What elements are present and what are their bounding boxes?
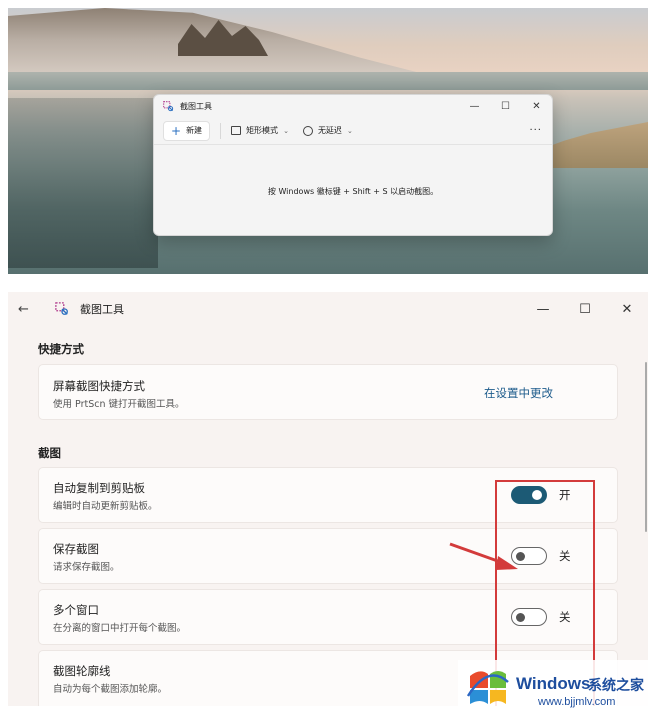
screenshot-shortcut-card: 屏幕截图快捷方式 使用 PrtScn 键打开截图工具。 在设置中更改 [38, 364, 618, 420]
setting-description: 请求保存截图。 [53, 562, 120, 573]
maximize-button[interactable]: ☐ [564, 302, 606, 317]
settings-titlebar: ← 截图工具 — ☐ ✕ [8, 292, 648, 326]
shortcuts-section-header: 快捷方式 [38, 342, 84, 356]
setting-description: 编辑时自动更新剪贴板。 [53, 501, 158, 512]
close-button[interactable]: ✕ [521, 101, 552, 112]
watermark-suffix: 系统之家 [588, 678, 644, 694]
desktop-wallpaper: 截图工具 — ☐ ✕ + 新建 矩形模式 ⌄ 无延迟 ⌄ ··· 按 Windo… [8, 8, 648, 274]
red-arrow-annotation [449, 542, 518, 570]
clock-icon [302, 125, 313, 136]
snip-titlebar: 截图工具 — ☐ ✕ [154, 95, 552, 117]
new-snip-button[interactable]: + 新建 [163, 120, 211, 141]
reed-bank [544, 122, 648, 168]
chevron-down-icon: ⌄ [346, 126, 353, 135]
new-snip-label: 新建 [186, 126, 203, 135]
watermark-brand: Windows [516, 674, 591, 693]
settings-window: ← 截图工具 — ☐ ✕ 快捷方式 屏幕截图快捷方式 使用 PrtScn 键打开… [8, 292, 648, 706]
windows-logo-icon [466, 671, 509, 704]
settings-window-title: 截图工具 [80, 303, 124, 316]
setting-title: 保存截图 [53, 542, 99, 556]
watermark: Windows 系统之家 www.bjjmlv.com [458, 660, 654, 714]
snipping-section-header: 截图 [38, 446, 61, 460]
close-button[interactable]: ✕ [606, 302, 648, 317]
scrollbar[interactable] [645, 362, 647, 532]
chevron-down-icon: ⌄ [283, 126, 289, 135]
setting-title: 自动复制到剪贴板 [53, 481, 145, 495]
back-arrow-icon[interactable]: ← [18, 302, 40, 317]
shoreline [8, 72, 648, 90]
shortcut-card-title: 屏幕截图快捷方式 [53, 379, 145, 393]
delay-label: 无延迟 [317, 126, 342, 135]
snip-hint-text: 按 Windows 徽标键 + Shift + S 以启动截图。 [267, 187, 439, 196]
snip-mode-label: 矩形模式 [246, 126, 279, 135]
watermark-url: www.bjjmlv.com [538, 696, 616, 708]
plus-icon: + [171, 123, 182, 138]
setting-description: 在分离的窗口中打开每个截图。 [53, 623, 187, 634]
change-in-settings-link[interactable]: 在设置中更改 [484, 385, 553, 401]
minimize-button[interactable]: — [459, 101, 490, 112]
setting-description: 自动为每个截图添加轮廓。 [53, 684, 168, 695]
more-options-button[interactable]: ··· [529, 125, 542, 136]
setting-title: 截图轮廓线 [53, 664, 111, 678]
delay-dropdown[interactable]: 无延迟 ⌄ [302, 125, 353, 136]
minimize-button[interactable]: — [522, 302, 564, 317]
water-reflection [8, 98, 158, 268]
maximize-button[interactable]: ☐ [490, 101, 521, 112]
rectangle-mode-icon [231, 126, 242, 135]
toolbar-divider [220, 122, 222, 139]
shortcut-card-description: 使用 PrtScn 键打开截图工具。 [53, 399, 185, 410]
snipping-tool-icon [163, 100, 174, 111]
snipping-tool-window: 截图工具 — ☐ ✕ + 新建 矩形模式 ⌄ 无延迟 ⌄ ··· 按 Windo… [153, 94, 553, 236]
snip-toolbar: + 新建 矩形模式 ⌄ 无延迟 ⌄ ··· [154, 117, 552, 145]
setting-title: 多个窗口 [53, 603, 99, 617]
snip-window-title: 截图工具 [180, 101, 212, 111]
snipping-tool-icon [55, 302, 68, 315]
snip-mode-dropdown[interactable]: 矩形模式 ⌄ [231, 125, 289, 136]
